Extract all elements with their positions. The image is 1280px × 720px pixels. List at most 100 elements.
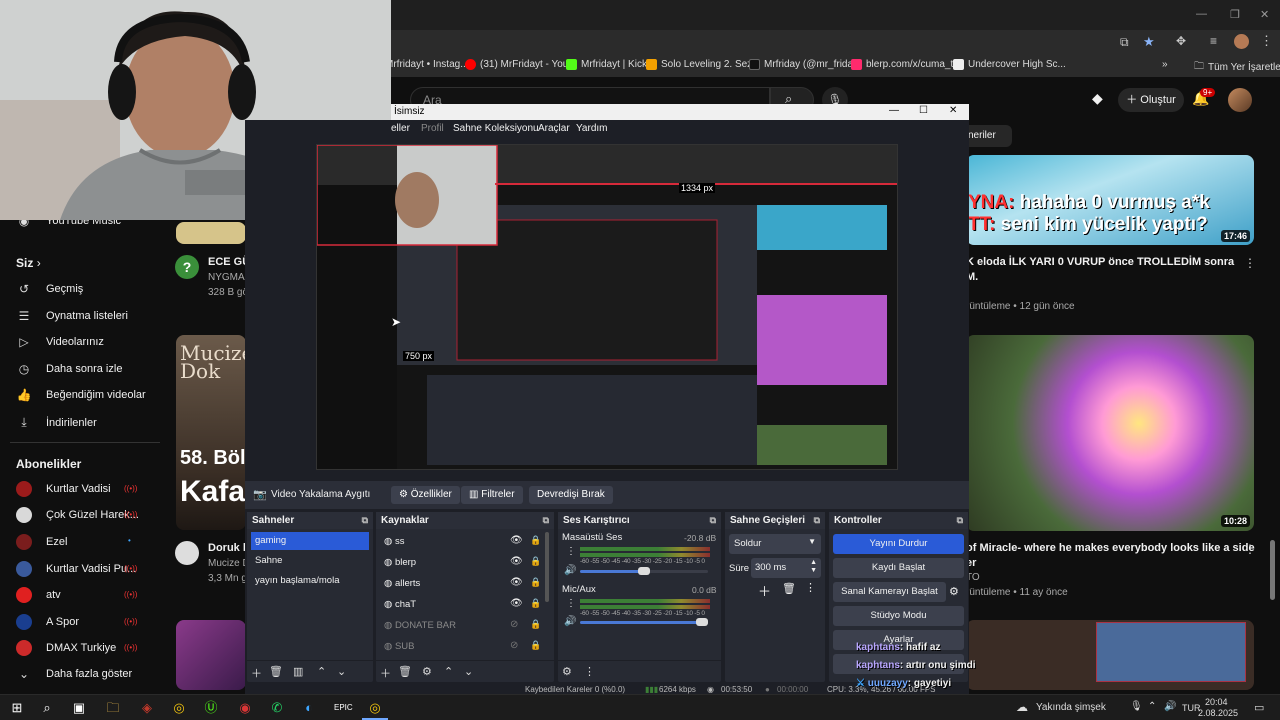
undock-icon[interactable]: ⧉ (957, 515, 963, 526)
video-thumbnail[interactable] (966, 620, 1254, 690)
app-icon[interactable]: Ⓤ (202, 699, 220, 717)
more-options-icon[interactable]: ⋮ (584, 665, 595, 678)
whatsapp-icon[interactable]: ✆ (268, 699, 286, 717)
move-up-icon[interactable]: ⌃ (444, 665, 453, 678)
menu-profile[interactable]: Profil (421, 123, 444, 134)
eye-hidden-icon[interactable]: ⊘ (510, 619, 518, 630)
chrome-icon[interactable]: ◎ (366, 699, 384, 717)
video-channel[interactable]: NYGMA (208, 272, 245, 283)
move-down-icon[interactable]: ⌄ (464, 665, 473, 678)
video-thumbnail[interactable] (176, 222, 246, 244)
sidebar-item-playlists[interactable]: ☰ Oynatma listeleri (16, 309, 128, 323)
more-options-icon[interactable]: ⋮ (566, 546, 576, 557)
more-options-icon[interactable]: ⋮ (805, 581, 816, 594)
sidebar-item-your-videos[interactable]: ▷ Videolarınız (16, 335, 104, 349)
bookmark-item[interactable]: (31) MrFridayt - You... (465, 59, 577, 70)
obs-icon[interactable]: ◉ (236, 699, 254, 717)
maximize-icon[interactable]: ☐ (919, 105, 928, 116)
lock-icon[interactable]: 🔒 (530, 535, 541, 546)
valorant-icon[interactable]: ◈ (138, 699, 156, 717)
more-options-icon[interactable]: ⋮ (566, 598, 576, 609)
clock-date[interactable]: 2.08.2025 (1198, 708, 1238, 718)
sidebar-item-sub[interactable]: Ezel (16, 534, 67, 550)
eye-icon[interactable]: 👁 (510, 577, 523, 588)
sidebar-item-downloads[interactable]: ⤓ İndirilenler (16, 415, 96, 430)
video-thumbnail[interactable]: Mucize Dok 58. Bölüm Kafam (176, 335, 246, 530)
stop-streaming-button[interactable]: Yayını Durdur (833, 534, 964, 554)
eye-hidden-icon[interactable]: ⊘ (510, 640, 518, 651)
eye-icon[interactable]: 👁 (510, 556, 523, 567)
sidebar-item-liked[interactable]: 👍 Beğendiğim videolar (16, 388, 146, 402)
scrollbar-thumb[interactable] (545, 532, 549, 602)
undock-icon[interactable]: ⧉ (710, 515, 716, 526)
studio-mode-button[interactable]: Stüdyo Modu (833, 606, 964, 626)
all-bookmarks[interactable]: 🗀 Tüm Yer İşaretleri (1194, 59, 1280, 76)
video-thumbnail[interactable] (176, 620, 246, 690)
bookmark-item[interactable]: Mrfridayt • Instag... (385, 59, 469, 70)
video-title[interactable]: Doruk k (208, 542, 249, 554)
menu-scene-collection[interactable]: Sahne Koleksiyonu (453, 123, 539, 134)
deactivate-button[interactable]: Devredişi Bırak (529, 486, 613, 504)
sidebar-item-sub[interactable]: Kurtlar Vadisi (16, 481, 111, 497)
trash-icon[interactable]: 🗑 (398, 665, 412, 678)
sidebar-item-watch-later[interactable]: ◷ Daha sonra izle (16, 362, 123, 376)
clock-time[interactable]: 20:04 (1205, 697, 1228, 707)
scene-item[interactable]: yayın başlama/mola (251, 572, 369, 590)
menu-help[interactable]: Yardım (576, 123, 608, 134)
source-item[interactable]: ◍ ss (380, 533, 550, 551)
bookmark-item[interactable]: Mrfridayt | Kick (566, 59, 647, 70)
windows-start-icon[interactable]: ⊞ (8, 699, 26, 717)
source-item[interactable]: ◍ allerts (380, 575, 550, 593)
reading-list-icon[interactable]: ≡ (1210, 34, 1217, 48)
scrollbar-thumb[interactable] (1270, 540, 1275, 600)
trash-icon[interactable]: 🗑 (782, 582, 796, 595)
close-icon[interactable]: ✕ (949, 105, 957, 116)
close-icon[interactable]: ✕ (1260, 8, 1269, 21)
minimize-icon[interactable]: — (889, 105, 899, 116)
weather-text[interactable]: Yakında şimşek (1036, 702, 1106, 713)
minimize-icon[interactable]: — (1196, 8, 1207, 20)
add-icon[interactable]: ＋ (251, 665, 262, 681)
file-explorer-icon[interactable]: 🗀 (104, 699, 122, 717)
transition-select[interactable]: Soldur ▼ (729, 534, 821, 554)
menu-icon[interactable]: ⋮ (1260, 33, 1273, 49)
video-title[interactable]: ECE GÜ (208, 256, 250, 268)
bookmark-item[interactable]: Solo Leveling 2. Sez... (646, 59, 761, 70)
menu-tools[interactable]: Araçlar (538, 123, 570, 134)
video-channel[interactable]: Mucize D (208, 558, 250, 569)
video-title[interactable]: K eloda İLK YARI 0 VURUP önce TROLLEDİM … (966, 256, 1234, 268)
move-down-icon[interactable]: ⌄ (337, 665, 346, 678)
eye-icon[interactable]: 👁 (510, 535, 523, 546)
undock-icon[interactable]: ⧉ (814, 515, 820, 526)
bookmarks-overflow-icon[interactable]: » (1162, 59, 1168, 70)
maximize-icon[interactable]: ❐ (1230, 8, 1240, 21)
scene-item[interactable]: gaming (251, 532, 369, 550)
channel-avatar[interactable] (175, 541, 199, 565)
lock-icon[interactable]: 🔒 (530, 556, 541, 567)
menu-scenes[interactable]: eller (391, 123, 410, 134)
lock-icon[interactable]: 🔒 (530, 619, 541, 630)
gear-icon[interactable]: ⚙ (422, 665, 432, 678)
chevron-up-icon[interactable]: ⌃ (1148, 701, 1156, 712)
create-button[interactable]: ＋ Oluştur (1118, 88, 1184, 112)
filters-button[interactable]: ▥ Filtreler (461, 486, 523, 504)
sidebar-section-you[interactable]: Siz › (16, 256, 41, 270)
chrome-icon[interactable]: ◎ (170, 699, 188, 717)
avatar[interactable] (1228, 88, 1252, 112)
source-item[interactable]: ◍ DONATE BAR (380, 617, 550, 635)
gear-icon[interactable]: ⚙ (949, 585, 959, 598)
bookmark-item[interactable]: blerp.com/x/cuma_t... (851, 59, 962, 70)
channel-avatar[interactable]: ? (175, 255, 199, 279)
eye-icon[interactable]: 👁 (510, 598, 523, 609)
more-options-icon[interactable]: ⋮ (1244, 542, 1256, 556)
volume-slider-handle[interactable] (638, 567, 650, 575)
lock-icon[interactable]: 🔒 (530, 577, 541, 588)
tab-recommendations[interactable]: neriler (962, 125, 1012, 147)
source-item[interactable]: ◍ chaT (380, 596, 550, 614)
video-thumbnail[interactable] (966, 335, 1254, 531)
move-up-icon[interactable]: ⌃ (317, 665, 326, 678)
cast-icon[interactable]: ◆ (1092, 90, 1103, 107)
add-icon[interactable]: ＋ (758, 581, 771, 600)
speaker-icon[interactable]: 🔊 (564, 565, 576, 576)
extensions-icon[interactable]: ✥ (1176, 34, 1186, 48)
